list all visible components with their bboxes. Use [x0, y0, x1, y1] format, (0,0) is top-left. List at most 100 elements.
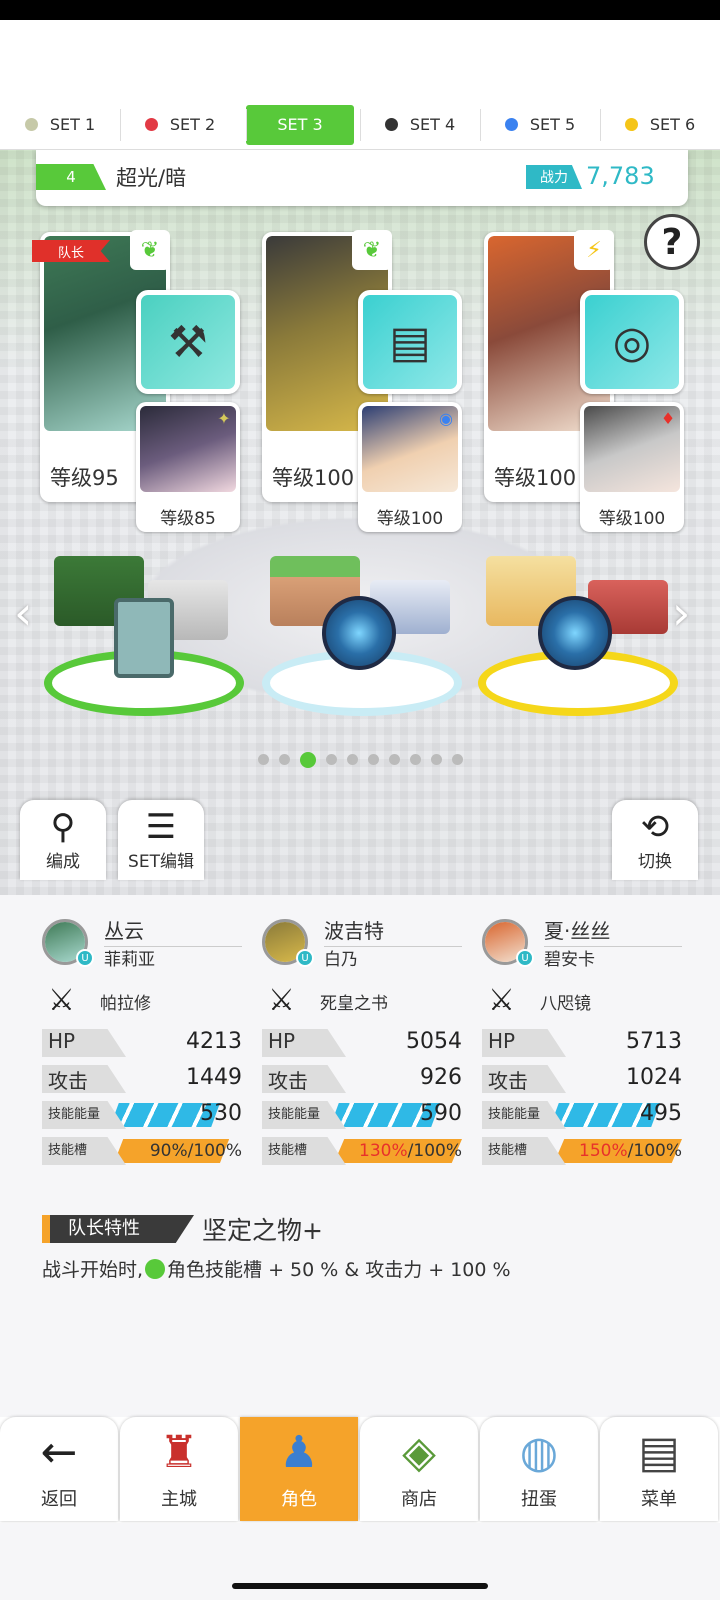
- support-card[interactable]: ✦ 等级85: [136, 402, 240, 532]
- tab-set-4[interactable]: SET 4: [360, 105, 480, 145]
- tab-set-5[interactable]: SET 5: [480, 105, 600, 145]
- hp-row: HP 5054: [262, 1027, 462, 1061]
- character-card-3[interactable]: 等级100 ⚡ ◎ ♦ 等级100: [484, 230, 684, 532]
- switch-icon: ⟲: [640, 807, 670, 847]
- page-dot[interactable]: [410, 754, 421, 765]
- slot-value: 130%/100%: [359, 1141, 462, 1161]
- list-icon: ☰: [145, 807, 177, 847]
- help-button[interactable]: ?: [644, 214, 700, 270]
- character-level: 等级100: [490, 462, 581, 492]
- nav-label: 扭蛋: [521, 1489, 557, 1510]
- nav-town[interactable]: ♜ 主城: [120, 1417, 238, 1521]
- hp-label: HP: [42, 1029, 126, 1057]
- support-card[interactable]: ♦ 等级100: [580, 402, 684, 532]
- weapon-name: 帕拉修: [100, 994, 151, 1014]
- support-level: 等级100: [598, 509, 666, 529]
- partner-name: 白乃: [324, 950, 358, 970]
- back-arrow-icon: ←: [40, 1427, 78, 1478]
- weapon-row[interactable]: ⚔ 八咫镜: [482, 979, 682, 1025]
- page-indicator: [258, 752, 463, 768]
- member-header[interactable]: U 波吉特 白乃: [262, 919, 462, 973]
- page-dot[interactable]: [258, 754, 269, 765]
- nav-label: 主城: [161, 1489, 197, 1510]
- set-tabs: SET 1 SET 2 SET 3 SET 4 SET 5 SET 6: [0, 100, 720, 150]
- member-column-3: U 夏·丝丝 碧安卡 ⚔ 八咫镜 HP 5713 攻击 1024 技能能量 495 技…: [482, 919, 682, 1169]
- member-column-2: U 波吉特 白乃 ⚔ 死皇之书 HP 5054 攻击 926 技能能量 590 技能槽…: [262, 919, 462, 1169]
- axe-icon[interactable]: ⚒: [136, 290, 240, 394]
- page-dot[interactable]: [326, 754, 337, 765]
- book-icon[interactable]: ▤: [358, 290, 462, 394]
- page-dot[interactable]: [300, 752, 316, 768]
- slot-row: 技能槽 130%/100%: [262, 1135, 462, 1169]
- diamond-icon: ♦: [660, 408, 676, 428]
- support-card[interactable]: ◉ 等级100: [358, 402, 462, 532]
- page-dot[interactable]: [347, 754, 358, 765]
- formation-label: 编成: [46, 852, 80, 872]
- set-edit-label: SET编辑: [128, 852, 194, 872]
- status-bar: [0, 0, 720, 20]
- nav-character[interactable]: ♟ 角色: [240, 1417, 358, 1521]
- nav-shop[interactable]: ◈ 商店: [360, 1417, 478, 1521]
- partner-name: 碧安卡: [544, 950, 595, 970]
- page-dot[interactable]: [279, 754, 290, 765]
- switch-button[interactable]: ⟲ 切换: [612, 800, 698, 880]
- nav-label: 商店: [401, 1489, 437, 1510]
- nav-back[interactable]: ← 返回: [0, 1417, 118, 1521]
- support-level: 等级100: [376, 509, 444, 529]
- hp-row: HP 4213: [42, 1027, 242, 1061]
- prev-arrow-icon[interactable]: ‹: [14, 586, 32, 640]
- atk-label: 攻击: [42, 1065, 126, 1093]
- slot-value: 90%/100%: [150, 1141, 242, 1161]
- team-bar: 4 超光/暗 战力 7,783: [36, 150, 688, 206]
- atk-label: 攻击: [482, 1065, 566, 1093]
- home-indicator[interactable]: [232, 1583, 488, 1589]
- slot-label: 技能槽: [42, 1137, 126, 1165]
- top-spacer: [0, 20, 720, 100]
- next-arrow-icon[interactable]: ›: [672, 586, 690, 640]
- weapon-icon: ⚔: [488, 983, 515, 1018]
- system-nav-area: [0, 1523, 720, 1600]
- formation-button[interactable]: ⚲ 编成: [20, 800, 106, 880]
- sparkle-icon: ✦: [217, 408, 231, 428]
- page-dot[interactable]: [452, 754, 463, 765]
- slot-percent: %: [391, 1141, 408, 1161]
- character-name: 波吉特: [324, 915, 462, 947]
- set-edit-button[interactable]: ☰ SET编辑: [118, 800, 204, 880]
- tab-label: SET 4: [409, 115, 456, 134]
- power-value: 7,783: [586, 162, 655, 190]
- weapon-row[interactable]: ⚔ 死皇之书: [262, 979, 462, 1025]
- slot-max: /100: [187, 1141, 226, 1161]
- tab-set-6[interactable]: SET 6: [600, 105, 720, 145]
- page-dot[interactable]: [431, 754, 442, 765]
- character-level: 等级100: [268, 462, 359, 492]
- leaf-icon: ❦: [130, 230, 170, 270]
- member-column-1: U 丛云 菲莉亚 ⚔ 帕拉修 HP 4213 攻击 1449 技能能量 530 技能槽…: [42, 919, 242, 1169]
- energy-value: 590: [420, 1101, 462, 1126]
- nav-gacha[interactable]: ◍ 扭蛋: [480, 1417, 598, 1521]
- party-stats-panel: U 丛云 菲莉亚 ⚔ 帕拉修 HP 4213 攻击 1449 技能能量 530 技能槽…: [0, 895, 720, 1417]
- tab-dot: [384, 118, 398, 131]
- slot-percent: %: [171, 1141, 188, 1161]
- member-header[interactable]: U 夏·丝丝 碧安卡: [482, 919, 682, 973]
- page-dot[interactable]: [389, 754, 400, 765]
- tab-label: SET 6: [649, 115, 696, 134]
- team-name[interactable]: 超光/暗: [116, 162, 186, 192]
- switch-label: 切换: [638, 852, 672, 872]
- slot-label: 技能槽: [482, 1137, 566, 1165]
- partner-name: 菲莉亚: [104, 950, 155, 970]
- mirror-icon[interactable]: ◎: [580, 290, 684, 394]
- tab-set-1[interactable]: SET 1: [0, 105, 120, 145]
- slot-percent: %: [225, 1141, 242, 1161]
- nav-menu[interactable]: ▤ 菜单: [600, 1417, 718, 1521]
- slot-percent: %: [445, 1141, 462, 1161]
- tab-set-3[interactable]: SET 3: [246, 104, 354, 145]
- member-header[interactable]: U 丛云 菲莉亚: [42, 919, 242, 973]
- weapon-row[interactable]: ⚔ 帕拉修: [42, 979, 242, 1025]
- leaf-icon: [145, 1259, 166, 1279]
- slot-max: /100: [407, 1141, 446, 1161]
- tab-set-2[interactable]: SET 2: [120, 105, 240, 145]
- page-dot[interactable]: [368, 754, 379, 765]
- character-card-2[interactable]: 等级100 ❦ ▤ ◉ 等级100: [262, 230, 462, 532]
- energy-value: 495: [640, 1101, 682, 1126]
- character-card-1[interactable]: 等级95 ❦ 队长 ⚒ ✦ 等级85: [32, 230, 240, 532]
